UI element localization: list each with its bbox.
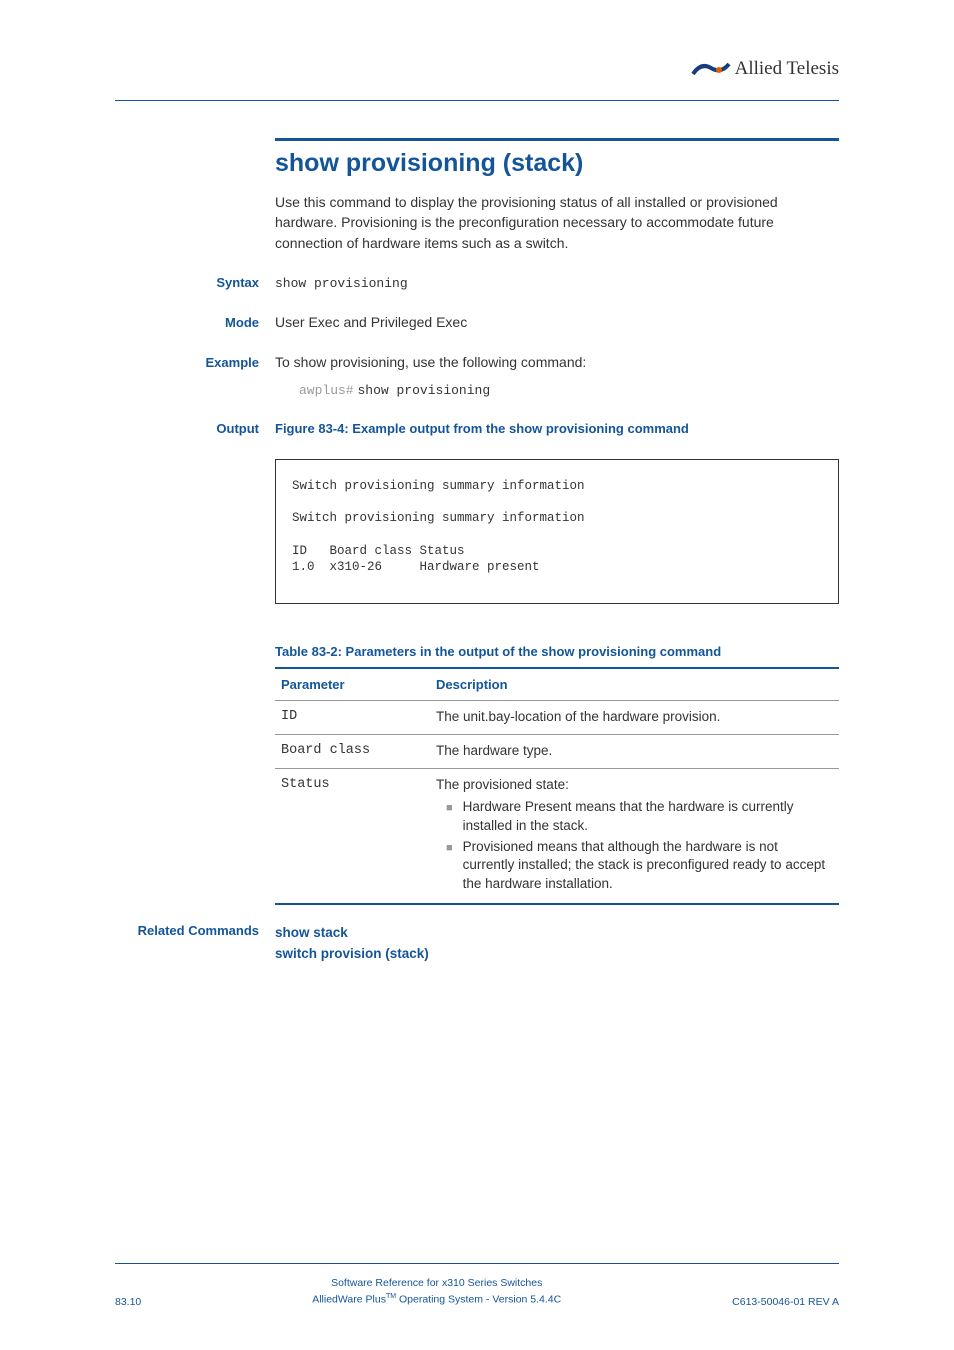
bullet-icon: ■ (446, 801, 453, 836)
footer-center: Software Reference for x310 Series Switc… (312, 1276, 561, 1308)
footer-product-a: AlliedWare Plus (312, 1293, 386, 1305)
brand-logo: Allied Telesis (691, 58, 839, 80)
output-row: Output Figure 83-4: Example output from … (275, 420, 839, 448)
param-cell: Board class (275, 735, 430, 769)
example-command: show provisioning (358, 383, 491, 398)
bullet-text: Hardware Present means that the hardware… (463, 798, 833, 836)
logo-swoosh-icon (691, 60, 731, 78)
table-header-desc: Description (430, 668, 839, 701)
related-label: Related Commands (115, 923, 275, 964)
footer-page-number: 83.10 (115, 1296, 141, 1308)
example-prompt: awplus# (299, 383, 354, 398)
desc-cell: The unit.bay-location of the hardware pr… (430, 701, 839, 735)
bullet-icon: ■ (446, 841, 453, 895)
footer-title: Software Reference for x310 Series Switc… (312, 1276, 561, 1292)
table-caption: Table 83-2: Parameters in the output of … (275, 644, 839, 659)
parameter-table: Parameter Description ID The unit.bay-lo… (275, 667, 839, 905)
footer-product-b: Operating System - Version 5.4.4C (396, 1293, 561, 1305)
table-row: ID The unit.bay-location of the hardware… (275, 701, 839, 735)
example-label: Example (115, 355, 275, 370)
output-box: Switch provisioning summary information … (275, 459, 839, 605)
desc-cell: The hardware type. (430, 735, 839, 769)
bullet-item: ■ Provisioned means that although the ha… (436, 838, 833, 895)
footer-doc-id: C613-50046-01 REV A (732, 1296, 839, 1308)
footer-rule (115, 1263, 839, 1264)
example-text: To show provisioning, use the following … (275, 353, 839, 373)
mode-label: Mode (115, 315, 275, 330)
table-row: Status The provisioned state: ■ Hardware… (275, 768, 839, 904)
mode-row: Mode User Exec and Privileged Exec (275, 313, 839, 333)
mode-value: User Exec and Privileged Exec (275, 313, 839, 333)
bullet-item: ■ Hardware Present means that the hardwa… (436, 798, 833, 836)
table-row: Board class The hardware type. (275, 735, 839, 769)
page-footer: 83.10 Software Reference for x310 Series… (115, 1263, 839, 1308)
title-rule (275, 138, 839, 141)
intro-paragraph: Use this command to display the provisio… (275, 192, 839, 253)
desc-cell: The provisioned state: ■ Hardware Presen… (430, 768, 839, 904)
syntax-label: Syntax (115, 275, 275, 290)
related-link[interactable]: show stack (275, 923, 429, 943)
table-header-param: Parameter (275, 668, 430, 701)
figure-caption: Figure 83-4: Example output from the sho… (275, 420, 839, 438)
header-rule (115, 100, 839, 101)
example-row: Example To show provisioning, use the fo… (275, 353, 839, 401)
related-commands: Related Commands show stack switch provi… (275, 923, 839, 964)
status-intro: The provisioned state: (436, 776, 833, 795)
page-title: show provisioning (stack) (275, 149, 839, 178)
param-cell: ID (275, 701, 430, 735)
output-label: Output (115, 421, 275, 436)
related-link[interactable]: switch provision (stack) (275, 944, 429, 964)
footer-tm: TM (386, 1293, 396, 1300)
logo-text: Allied Telesis (735, 58, 839, 80)
param-cell: Status (275, 768, 430, 904)
syntax-row: Syntax show provisioning (275, 275, 839, 293)
bullet-text: Provisioned means that although the hard… (463, 838, 833, 895)
syntax-value: show provisioning (275, 275, 839, 293)
